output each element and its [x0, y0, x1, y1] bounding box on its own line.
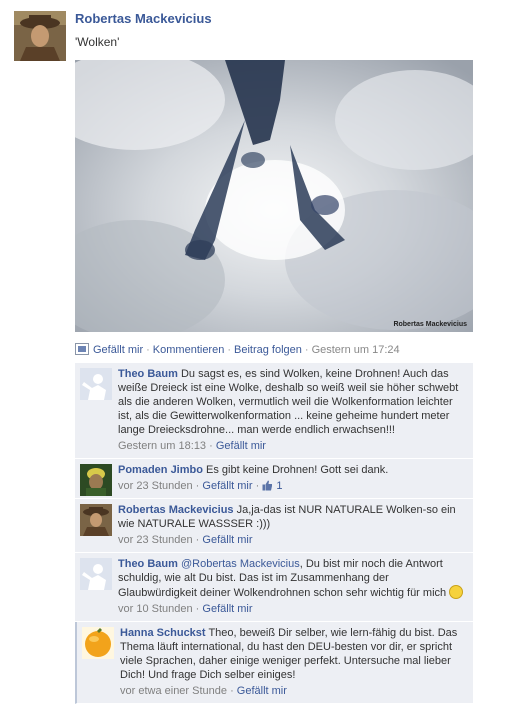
likes-count: 1 — [276, 480, 283, 492]
photo-credit: Robertas Mackevicius — [393, 321, 467, 328]
comment: Theo Baum Du sagst es, es sind Wolken, k… — [75, 363, 473, 459]
post-timestamp[interactable]: Gestern um 17:24 — [312, 344, 400, 356]
commenter-avatar[interactable] — [80, 368, 112, 400]
commenter-name-link[interactable]: Pomaden Jimbo — [118, 464, 203, 476]
smiley-icon — [449, 585, 464, 599]
mention-link[interactable]: @Robertas Mackevicius — [181, 558, 300, 570]
comment: Theo Baum @Robertas Mackevicius, Du bist… — [75, 553, 473, 622]
commenter-avatar[interactable] — [82, 627, 114, 659]
post-actions: Gefällt mir · Kommentieren · Beitrag folgen ·… — [75, 343, 400, 356]
comment-link[interactable]: Kommentieren — [153, 344, 225, 356]
comment-like-link[interactable]: Gefällt mir — [237, 685, 287, 697]
commenter-avatar[interactable] — [80, 558, 112, 590]
comment-likes-count[interactable]: 1 — [262, 480, 283, 492]
like-post-link[interactable]: Gefällt mir — [93, 344, 143, 356]
separator: · — [304, 344, 309, 356]
comment: Hanna Schuckst Theo, beweiß Dir selber, … — [75, 622, 473, 704]
comment-time[interactable]: vor 10 Stunden — [118, 603, 193, 615]
post-author-link[interactable]: Robertas Mackevicius — [75, 11, 212, 26]
post-text: 'Wolken' — [75, 35, 120, 49]
thumbs-up-icon — [262, 480, 273, 491]
comment-time[interactable]: vor 23 Stunden — [118, 534, 193, 546]
comment-like-link[interactable]: Gefällt mir — [216, 440, 266, 452]
commenter-name-link[interactable]: Hanna Schuckst — [120, 627, 206, 639]
commenter-avatar[interactable] — [80, 504, 112, 536]
commenter-name-link[interactable]: Theo Baum — [118, 368, 178, 380]
comment-time[interactable]: Gestern um 18:13 — [118, 440, 206, 452]
comment-text: Es gibt keine Drohnen! Gott sei dank. — [206, 464, 389, 476]
separator: · — [227, 344, 232, 356]
comment-list: Theo Baum Du sagst es, es sind Wolken, k… — [75, 363, 473, 704]
commenter-name-link[interactable]: Robertas Mackevicius — [118, 504, 234, 516]
comment-time[interactable]: vor etwa einer Stunde — [120, 685, 227, 697]
commenter-name-link[interactable]: Theo Baum — [118, 558, 178, 570]
author-avatar[interactable] — [14, 11, 66, 61]
post-photo[interactable]: Robertas Mackevicius — [75, 60, 473, 332]
comment-like-link[interactable]: Gefällt mir — [202, 534, 252, 546]
comment-like-link[interactable]: Gefällt mir — [202, 603, 252, 615]
comment-time[interactable]: vor 23 Stunden — [118, 480, 193, 492]
like-icon — [75, 343, 89, 355]
comment: Pomaden Jimbo Es gibt keine Drohnen! Got… — [75, 459, 473, 499]
separator: · — [146, 344, 150, 356]
comment-like-link[interactable]: Gefällt mir — [202, 480, 252, 492]
comment: Robertas Mackevicius Ja,ja-das ist NUR N… — [75, 499, 473, 553]
commenter-avatar[interactable] — [80, 464, 112, 496]
follow-post-link[interactable]: Beitrag folgen — [234, 344, 302, 356]
